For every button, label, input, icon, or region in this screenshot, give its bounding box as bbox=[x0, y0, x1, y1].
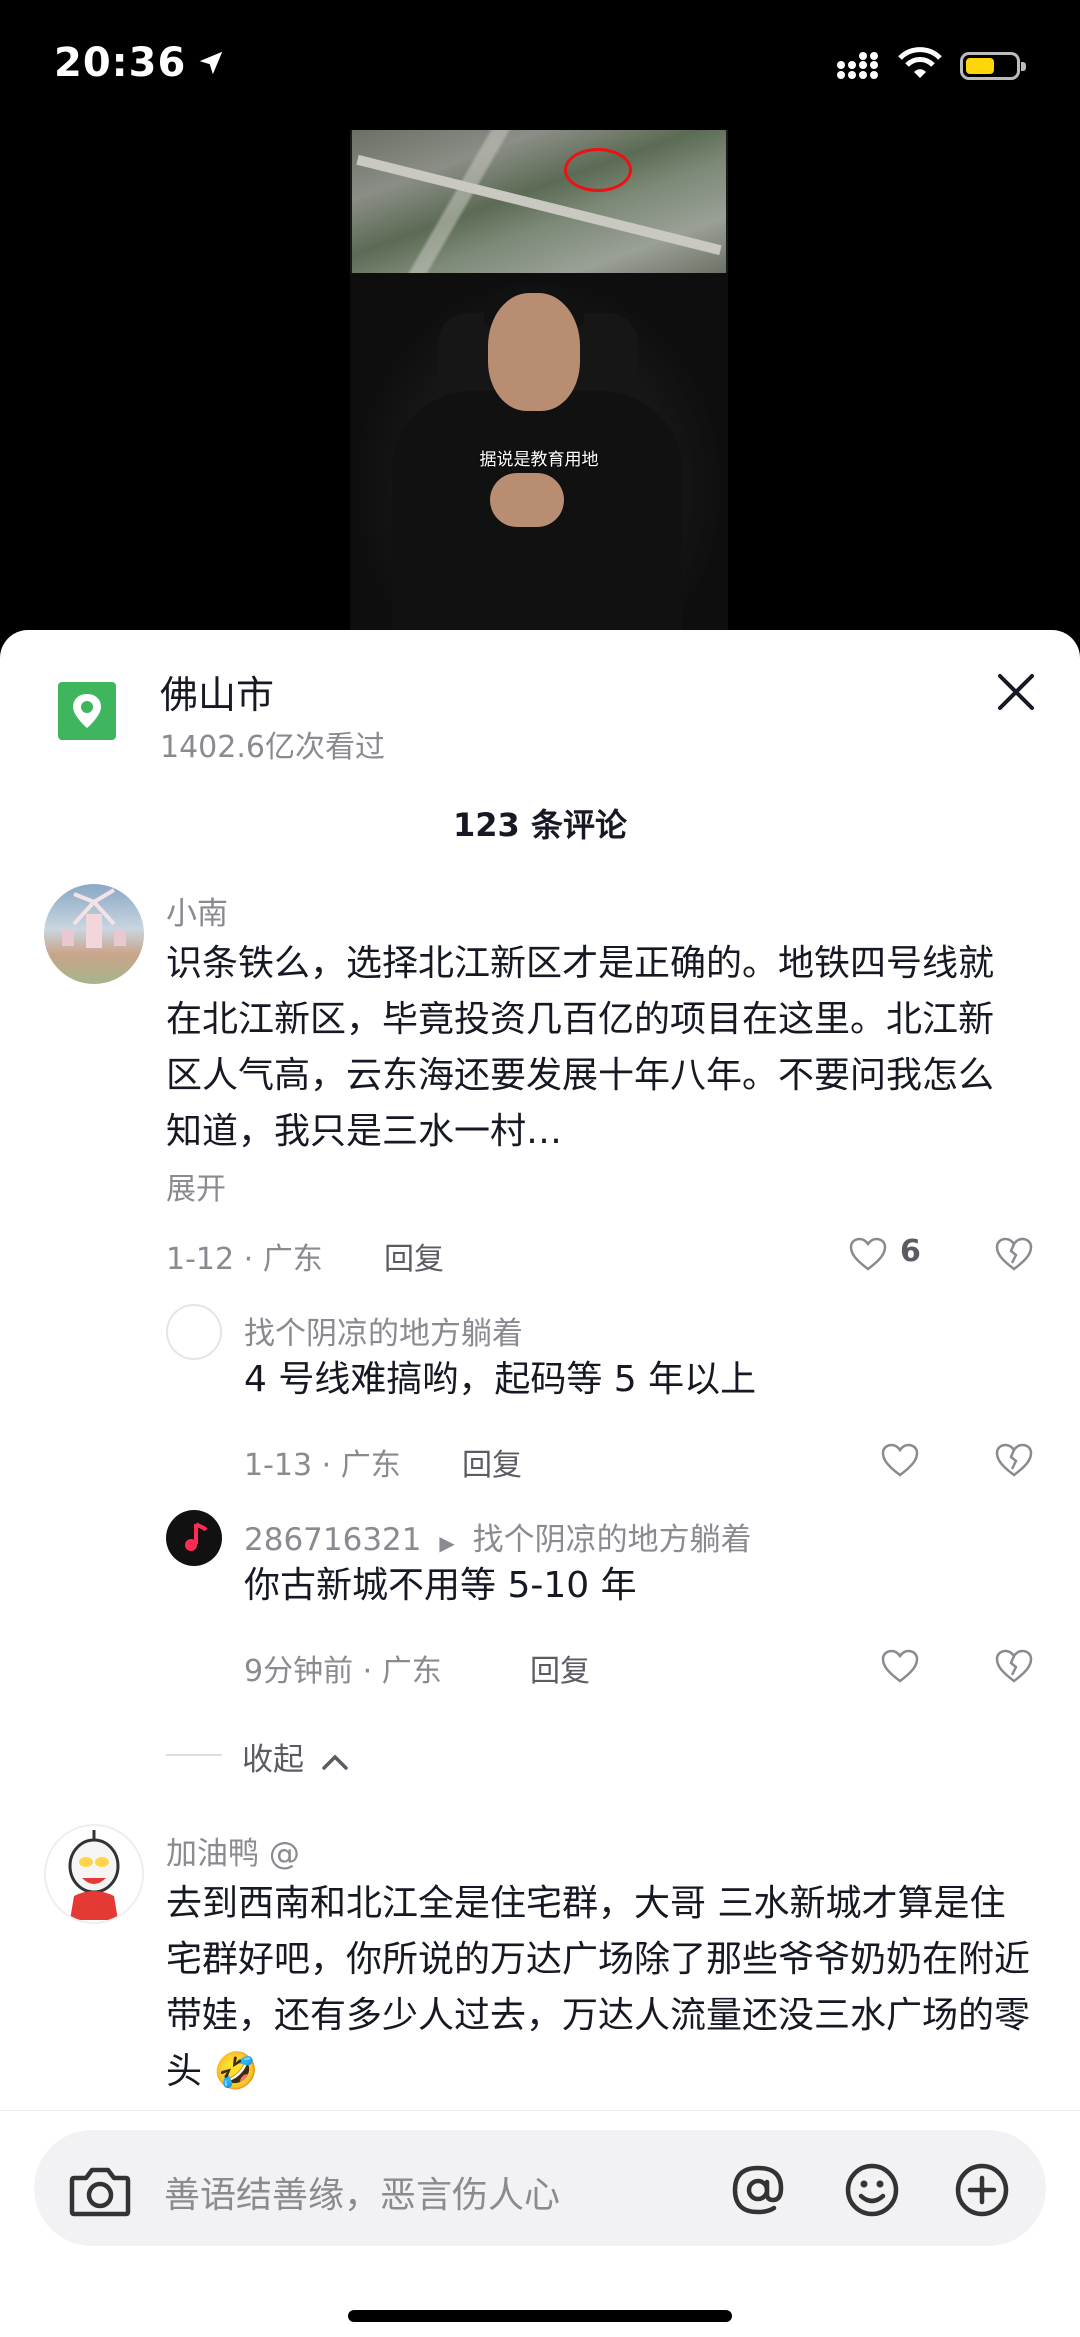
wifi-icon bbox=[898, 47, 942, 78]
location-arrow-icon bbox=[199, 51, 223, 75]
comments-sheet: 佛山市 1402.6亿次看过 123 条评论 小南 识条铁么，选择北江新区才是正… bbox=[0, 630, 1080, 2337]
camera-icon[interactable] bbox=[68, 2164, 132, 2218]
aerial-map-image bbox=[352, 130, 726, 273]
highlight-circle bbox=[564, 148, 632, 192]
like-heart-icon[interactable] bbox=[880, 1648, 920, 1684]
comment-username[interactable]: 加油鸭 @ bbox=[166, 1828, 300, 1873]
status-time: 20:36 bbox=[54, 40, 187, 86]
reply-button[interactable]: 回复 bbox=[530, 1646, 590, 1690]
speaker-image: 据说是教育用地 bbox=[350, 273, 728, 630]
avatar[interactable] bbox=[166, 1510, 222, 1566]
reply-text: 4 号线难搞哟，起码等 5 年以上 bbox=[244, 1359, 757, 1400]
video-player[interactable]: 据说是教育用地 bbox=[350, 130, 728, 630]
input-divider bbox=[0, 2110, 1080, 2111]
collapse-replies-button[interactable]: 收起 bbox=[242, 1734, 350, 1779]
collapse-label: 收起 bbox=[242, 1742, 304, 1778]
collapse-divider bbox=[166, 1754, 222, 1756]
comment-username[interactable]: 小南 bbox=[166, 888, 228, 933]
reply-meta: 9分钟前 · 广东 bbox=[244, 1654, 442, 1689]
dislike-broken-heart-icon[interactable] bbox=[994, 1648, 1034, 1684]
comment-input-bar[interactable]: 善语结善缘，恶言伤人心 bbox=[34, 2130, 1046, 2246]
reply-text: 你古新城不用等 5-10 年 bbox=[244, 1565, 637, 1606]
chevron-up-icon bbox=[322, 1754, 348, 1770]
reply-meta: 1-13 · 广东 bbox=[244, 1448, 401, 1483]
avatar[interactable] bbox=[166, 1304, 222, 1360]
reply-arrow-icon: ▶ bbox=[439, 1531, 455, 1555]
add-plus-icon[interactable] bbox=[952, 2160, 1012, 2220]
emoji-icon[interactable] bbox=[842, 2160, 902, 2220]
reply-button[interactable]: 回复 bbox=[462, 1440, 522, 1484]
avatar[interactable] bbox=[44, 1824, 144, 1924]
location-views: 1402.6亿次看过 bbox=[160, 730, 385, 765]
reply-username[interactable]: 找个阴凉的地方躺着 bbox=[244, 1308, 523, 1353]
reply-button[interactable]: 回复 bbox=[384, 1234, 444, 1278]
comment-text: 去到西南和北江全是住宅群，大哥 三水新城才算是住宅群好吧，你所说的万达广场除了那… bbox=[166, 1883, 1031, 2092]
close-icon[interactable] bbox=[992, 668, 1040, 716]
reply-user-id[interactable]: 286716321 bbox=[244, 1522, 422, 1558]
comment-count: 123 条评论 bbox=[453, 806, 627, 844]
location-pin-icon[interactable] bbox=[58, 682, 116, 740]
video-subtitle: 据说是教育用地 bbox=[479, 450, 599, 470]
expand-link[interactable]: 展开 bbox=[166, 1164, 226, 1208]
avatar[interactable] bbox=[44, 884, 144, 984]
cellular-signal-icon bbox=[837, 52, 878, 79]
dislike-broken-heart-icon[interactable] bbox=[994, 1236, 1034, 1272]
reply-username[interactable]: 286716321 ▶ 找个阴凉的地方躺着 bbox=[244, 1514, 752, 1559]
reply-target-user[interactable]: 找个阴凉的地方躺着 bbox=[473, 1522, 752, 1558]
battery-icon bbox=[960, 52, 1026, 80]
comment-meta: 1-12 · 广东 bbox=[166, 1242, 323, 1277]
like-heart-icon[interactable] bbox=[880, 1442, 920, 1478]
comment-text: 识条铁么，选择北江新区才是正确的。地铁四号线就在北江新区，毕竟投资几百亿的项目在… bbox=[166, 943, 995, 1152]
like-count: 6 bbox=[900, 1234, 921, 1269]
comment-input-field[interactable]: 善语结善缘，恶言伤人心 bbox=[164, 2166, 560, 2218]
dislike-broken-heart-icon[interactable] bbox=[994, 1442, 1034, 1478]
status-bar: 20:36 bbox=[0, 0, 1080, 130]
like-heart-icon[interactable] bbox=[848, 1236, 888, 1272]
location-title[interactable]: 佛山市 bbox=[160, 664, 274, 719]
home-indicator[interactable] bbox=[348, 2310, 732, 2322]
mention-at-icon[interactable] bbox=[728, 2160, 788, 2220]
